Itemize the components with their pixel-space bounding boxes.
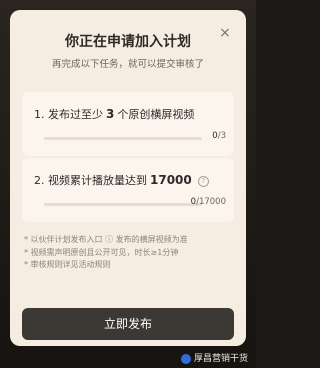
note-item: * 审核规则详见活动规则 — [24, 259, 240, 272]
task-label: 2. 视频累计播放量达到 17000? — [34, 172, 209, 188]
publish-now-button[interactable]: 立即发布 — [22, 308, 234, 340]
dialog-title: 你正在申请加入计划 — [65, 34, 191, 50]
watermark-text: 厚昌营销干货 — [193, 354, 248, 364]
task-prefix: 2. 视频累计播放量达到 — [34, 174, 147, 187]
info-icon: ⓘ — [105, 235, 114, 244]
task-label: 1. 发布过至少 3 个原创横屏视频 — [34, 106, 194, 122]
task-suffix: 个原创横屏视频 — [117, 108, 195, 121]
help-icon[interactable]: ? — [197, 175, 209, 187]
note-text: * 以伙伴计划发布入口 — [24, 235, 103, 244]
progress-count: 0/3 — [212, 131, 226, 141]
progress-track — [44, 137, 202, 140]
task-number: 17000 — [150, 173, 192, 187]
note-item: * 以伙伴计划发布入口 ⓘ 发布的横屏视频为准 — [24, 234, 240, 247]
task-card-videos: 1. 发布过至少 3 个原创横屏视频 0/3 — [22, 92, 234, 156]
note-text: * 视频需声明原创且公开可见，时长≥1分钟 — [24, 247, 179, 257]
progress-total: /17000 — [196, 197, 226, 207]
dialog-subtitle: 再完成以下任务，就可以提交审核了 — [51, 59, 204, 70]
task-number: 3 — [106, 107, 115, 121]
watermark-logo-icon — [180, 353, 191, 364]
progress-count: 0/17000 — [191, 197, 226, 207]
note-text: 发布的横屏视频为准 — [115, 235, 188, 244]
progress-total: /3 — [217, 131, 226, 141]
progress-track — [44, 203, 202, 206]
note-item: * 视频需声明原创且公开可见，时长≥1分钟 — [24, 247, 240, 260]
join-plan-dialog: × 你正在申请加入计划 再完成以下任务，就可以提交审核了 1. 发布过至少 3 个原… — [10, 10, 246, 346]
task-card-views: 2. 视频累计播放量达到 17000? 0/17000 — [22, 158, 234, 222]
task-prefix: 1. 发布过至少 — [34, 108, 103, 121]
notes-list: * 以伙伴计划发布入口 ⓘ 发布的横屏视频为准 * 视频需声明原创且公开可见，时… — [24, 234, 240, 272]
note-text: * 审核规则详见活动规则 — [24, 260, 111, 269]
watermark: 厚昌营销干货 — [180, 351, 248, 364]
